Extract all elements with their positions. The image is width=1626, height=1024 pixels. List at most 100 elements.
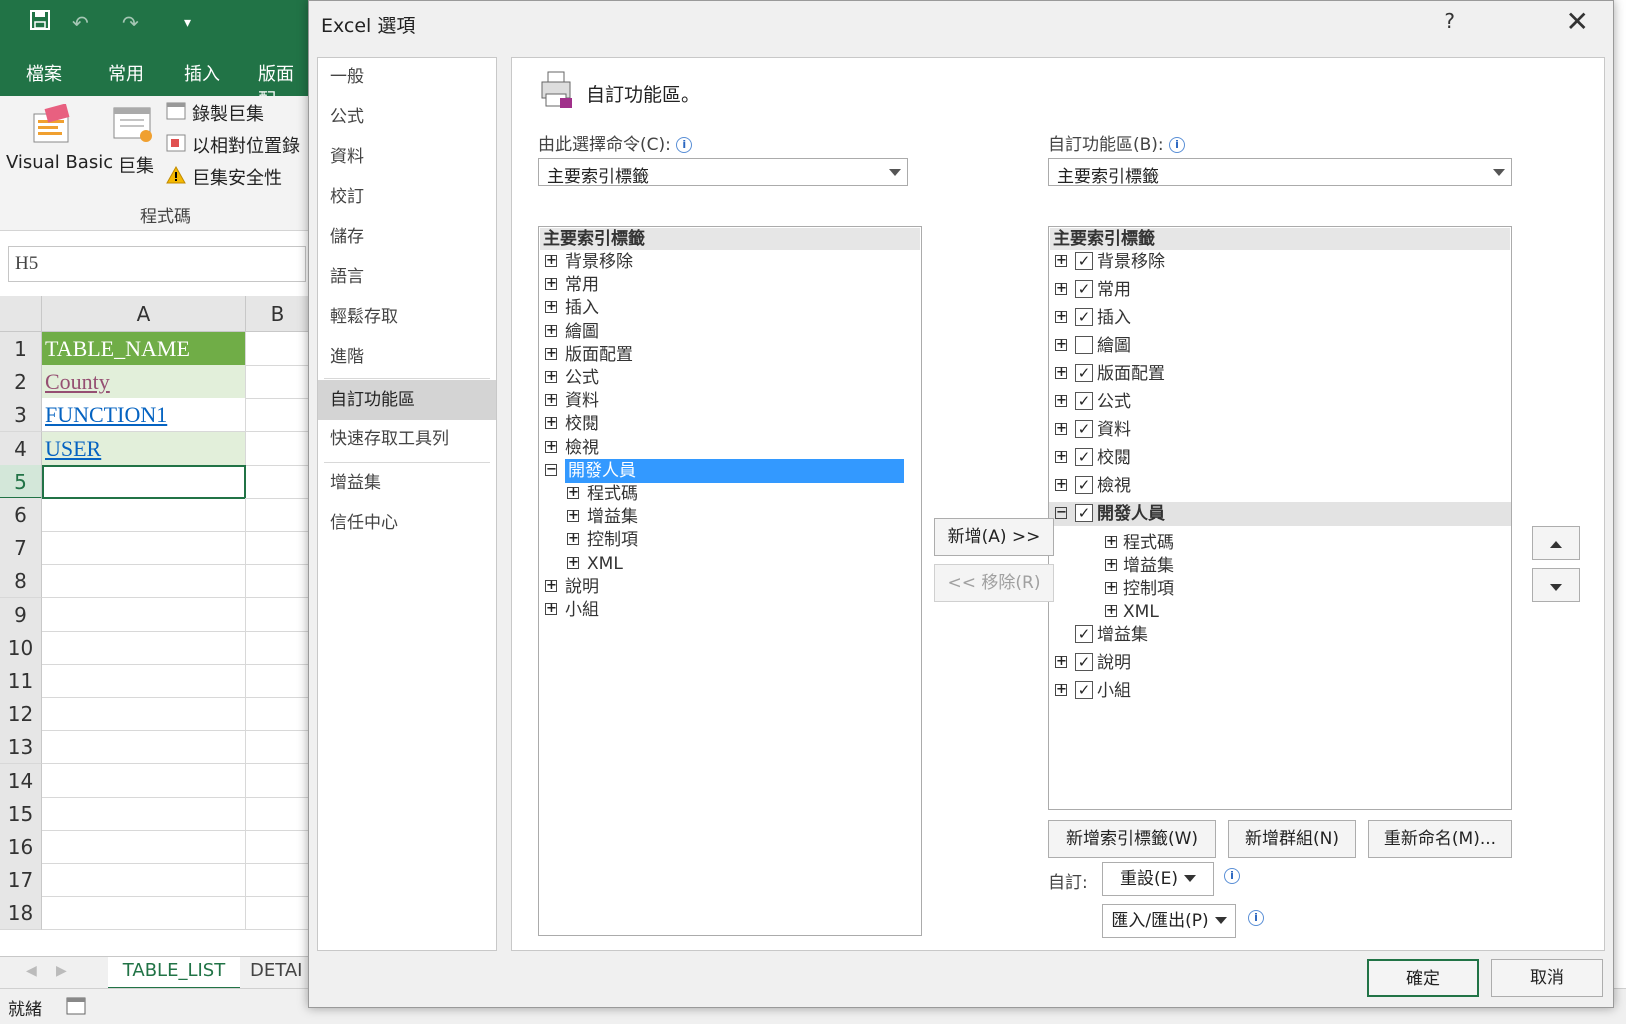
macros-button[interactable]: 巨集 [118,152,154,178]
tree-item[interactable]: + ✓ 常用 [1049,278,1511,302]
tree-item[interactable]: + 程式碼 [539,482,921,506]
cell-a3[interactable]: FUNCTION1 [42,398,246,433]
nav-item-advanced[interactable]: 進階 [318,338,496,376]
cell-b9[interactable] [246,598,310,632]
cell-b11[interactable] [246,664,310,698]
cell-a4[interactable]: USER [42,431,246,466]
cell-b16[interactable] [246,830,310,864]
info-icon[interactable]: i [1248,910,1264,926]
tab-checkbox[interactable]: ✓ [1075,476,1093,494]
tab-checkbox[interactable]: ✓ [1075,625,1093,643]
tree-item[interactable]: + 背景移除 [539,250,921,274]
cell-b3[interactable] [246,398,310,433]
tree-item[interactable]: + ✓ 插入 [1049,306,1511,330]
tab-checkbox[interactable]: ✓ [1075,448,1093,466]
cell-b1[interactable] [246,332,310,366]
expand-icon[interactable]: + [1055,310,1067,323]
cell-b5[interactable] [246,465,310,499]
nav-item-general[interactable]: 一般 [318,58,496,96]
tree-item[interactable]: + 資料 [539,389,921,413]
expand-icon[interactable]: + [1055,394,1067,407]
select-all-corner[interactable] [0,296,42,332]
row-header[interactable]: 1 [0,332,42,366]
save-icon[interactable] [30,10,50,36]
cell-a11[interactable] [42,664,246,698]
cell-a13[interactable] [42,730,246,765]
row-header[interactable]: 9 [0,597,42,632]
expand-icon[interactable]: + [545,602,557,615]
expand-icon[interactable]: + [567,532,579,546]
visual-basic-button[interactable]: Visual Basic [6,152,113,173]
close-button[interactable]: ✕ [1566,5,1589,38]
sheet-tab-table-list[interactable]: TABLE_LIST [108,957,240,990]
cell-a10[interactable] [42,630,246,665]
expand-icon[interactable]: + [1105,581,1117,594]
info-icon[interactable]: i [676,137,693,153]
row-header[interactable]: 6 [0,498,42,532]
tab-checkbox[interactable]: ✓ [1075,364,1093,382]
tree-item[interactable]: + 增益集 [1049,554,1511,578]
tree-item[interactable]: + 繪圖 [1049,334,1511,358]
expand-icon[interactable]: + [545,393,557,407]
cell-a17[interactable] [42,863,246,898]
cell-a18[interactable] [42,896,246,931]
tree-item[interactable]: + 增益集 [539,505,921,529]
customize-ribbon-select[interactable]: 主要索引標籤 [1048,158,1512,187]
expand-icon[interactable]: + [1055,683,1067,696]
row-header[interactable]: 12 [0,697,42,732]
tree-item[interactable]: + ✓ 資料 [1049,418,1511,442]
macros-icon[interactable] [112,104,156,144]
nav-item-add-ins[interactable]: 增益集 [318,464,496,502]
row-header[interactable]: 3 [0,398,42,433]
ok-button[interactable]: 確定 [1367,959,1479,997]
tree-item[interactable]: + 校閱 [539,412,921,436]
tree-item[interactable]: + ✓ 校閱 [1049,446,1511,470]
collapse-icon[interactable]: − [1055,506,1067,519]
cell-a6[interactable] [42,498,246,532]
row-header[interactable]: 2 [0,365,42,400]
help-button[interactable]: ? [1444,9,1455,33]
tree-item[interactable]: + XML [539,552,921,576]
expand-icon[interactable]: + [1055,478,1067,491]
tree-item[interactable]: + ✓ 小組 [1049,679,1511,703]
cell-b6[interactable] [246,498,310,532]
customize-qat-icon[interactable]: ▾ [184,10,191,36]
rename-button[interactable]: 重新命名(M)... [1368,820,1512,858]
add-button[interactable]: 新增(A) >> [934,518,1054,556]
cell-a2[interactable]: County [42,365,246,400]
nav-item-trust-center[interactable]: 信任中心 [318,504,496,542]
nav-item-formulas[interactable]: 公式 [318,98,496,136]
tab-checkbox[interactable]: ✓ [1075,392,1093,410]
row-header[interactable]: 5 [0,464,42,499]
cell-a9[interactable] [42,597,246,632]
tab-home[interactable]: 常用 [108,60,144,86]
tree-item[interactable]: + ✓ 版面配置 [1049,362,1511,386]
tree-item[interactable]: + ✓ 背景移除 [1049,250,1511,274]
cell-a16[interactable] [42,830,246,864]
tree-item[interactable]: + ✓ 公式 [1049,390,1511,414]
tree-item[interactable]: + 檢視 [539,436,921,460]
new-group-button[interactable]: 新增群組(N) [1228,820,1356,858]
expand-icon[interactable]: + [545,254,557,267]
nav-item-quick-access-toolbar[interactable]: 快速存取工具列 [318,420,496,458]
row-header[interactable]: 8 [0,564,42,599]
row-header[interactable]: 13 [0,730,42,765]
move-up-button[interactable] [1532,526,1580,560]
tree-item[interactable]: + 常用 [539,273,921,297]
sheet-tab-detail[interactable]: DETAI [250,957,310,987]
row-header[interactable]: 15 [0,796,42,831]
tab-checkbox[interactable] [1075,336,1093,354]
column-header-b[interactable]: B [246,296,310,332]
expand-icon[interactable]: + [567,486,579,499]
commands-tree[interactable]: 主要索引標籤 + 背景移除 + 常用 + 插入 + 繪圖 + 版面配置 + 公式 + 資料 + 校閱 + 檢視 − 開… [538,226,922,936]
expand-icon[interactable]: + [545,579,557,592]
new-tab-button[interactable]: 新增索引標籤(W) [1048,820,1216,858]
nav-item-save[interactable]: 儲存 [318,218,496,256]
ribbon-tree[interactable]: 主要索引標籤 + ✓ 背景移除 + ✓ 常用 + ✓ 插入 + 繪圖 + ✓ 版面配置 + ✓ 公式 + ✓ 資料 + ✓… [1048,226,1512,810]
cell-a14[interactable] [42,763,246,798]
row-header[interactable]: 14 [0,763,42,798]
collapse-icon[interactable]: − [545,463,557,476]
cancel-button[interactable]: 取消 [1491,959,1603,997]
cell-b15[interactable] [246,797,310,831]
nav-item-proofing[interactable]: 校訂 [318,178,496,216]
